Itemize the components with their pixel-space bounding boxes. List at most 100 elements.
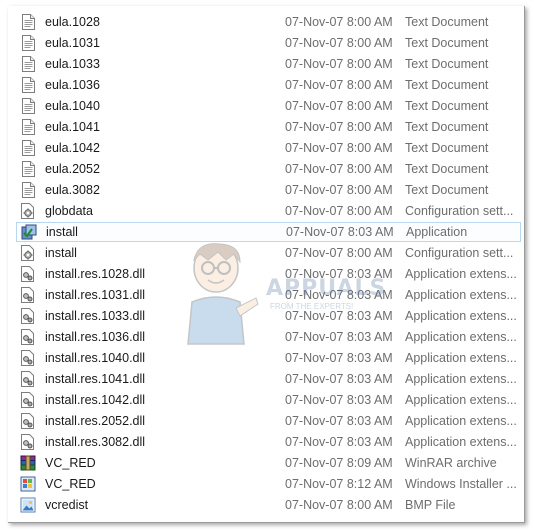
file-row[interactable]: eula.2052 07-Nov-07 8:00 AM Text Document	[16, 159, 521, 179]
file-name: install.res.1040.dll	[45, 351, 146, 365]
file-row[interactable]: install.res.1031.dll 07-Nov-07 8:03 AM App…	[16, 285, 521, 305]
file-type: WinRAR archive	[405, 456, 497, 470]
file-row[interactable]: install.res.1042.dll 07-Nov-07 8:03 AM App…	[16, 390, 521, 410]
file-name: install.res.1031.dll	[45, 288, 146, 302]
file-date-modified: 07-Nov-07 8:03 AM	[285, 435, 393, 449]
text-file-icon	[20, 161, 36, 177]
file-date-modified: 07-Nov-07 8:00 AM	[285, 36, 393, 50]
file-name: install.res.1028.dll	[45, 267, 146, 281]
file-row[interactable]: vcredist 07-Nov-07 8:00 AM BMP File	[16, 495, 521, 515]
file-date-modified: 07-Nov-07 8:00 AM	[285, 204, 393, 218]
file-date-modified: 07-Nov-07 8:03 AM	[285, 267, 393, 281]
file-type: Application extens...	[405, 435, 517, 449]
file-date-modified: 07-Nov-07 8:00 AM	[285, 57, 393, 71]
file-type: BMP File	[405, 498, 456, 512]
file-row[interactable]: eula.1042 07-Nov-07 8:00 AM Text Document	[16, 138, 521, 158]
file-row[interactable]: eula.1041 07-Nov-07 8:00 AM Text Document	[16, 117, 521, 137]
file-row[interactable]: globdata 07-Nov-07 8:00 AM Configuration s…	[16, 201, 521, 221]
file-date-modified: 07-Nov-07 8:00 AM	[285, 162, 393, 176]
file-type: Application extens...	[405, 267, 517, 281]
file-name: eula.3082	[45, 183, 100, 197]
file-row[interactable]: install.res.3082.dll 07-Nov-07 8:03 AM App…	[16, 432, 521, 452]
file-date-modified: 07-Nov-07 8:00 AM	[285, 183, 393, 197]
file-name: install.res.1042.dll	[45, 393, 146, 407]
file-row[interactable]: VC_RED 07-Nov-07 8:12 AM Windows Installer…	[16, 474, 521, 494]
config-file-icon	[20, 245, 36, 261]
file-type: Text Document	[405, 99, 489, 113]
dll-file-icon	[20, 413, 36, 429]
file-name: install	[45, 246, 77, 260]
file-date-modified: 07-Nov-07 8:03 AM	[285, 414, 393, 428]
file-date-modified: 07-Nov-07 8:00 AM	[285, 246, 393, 260]
file-date-modified: 07-Nov-07 8:03 AM	[285, 309, 393, 323]
file-date-modified: 07-Nov-07 8:03 AM	[285, 330, 393, 344]
file-type: Text Document	[405, 183, 489, 197]
dll-file-icon	[20, 392, 36, 408]
file-type: Application extens...	[405, 330, 517, 344]
file-type: Text Document	[405, 15, 489, 29]
file-list-pane: eula.1028 07-Nov-07 8:00 AM Text Document e…	[8, 6, 525, 523]
file-row[interactable]: install.res.1033.dll 07-Nov-07 8:03 AM App…	[16, 306, 521, 326]
file-date-modified: 07-Nov-07 8:03 AM	[285, 351, 393, 365]
file-name: install.res.2052.dll	[45, 414, 146, 428]
file-row[interactable]: install 07-Nov-07 8:00 AM Configuration se…	[16, 243, 521, 263]
dll-file-icon	[20, 371, 36, 387]
dll-file-icon	[20, 434, 36, 450]
file-date-modified: 07-Nov-07 8:03 AM	[285, 288, 393, 302]
file-row[interactable]: eula.1031 07-Nov-07 8:00 AM Text Document	[16, 33, 521, 53]
text-file-icon	[20, 35, 36, 51]
file-row[interactable]: eula.1040 07-Nov-07 8:00 AM Text Document	[16, 96, 521, 116]
text-file-icon	[20, 182, 36, 198]
file-date-modified: 07-Nov-07 8:00 AM	[285, 141, 393, 155]
file-name: eula.1040	[45, 99, 100, 113]
file-row[interactable]: install.res.1036.dll 07-Nov-07 8:03 AM App…	[16, 327, 521, 347]
file-row[interactable]: install.res.2052.dll 07-Nov-07 8:03 AM App…	[16, 411, 521, 431]
file-type: Text Document	[405, 57, 489, 71]
file-name: vcredist	[45, 498, 89, 512]
file-type: Application	[406, 225, 468, 239]
file-row[interactable]: eula.1036 07-Nov-07 8:00 AM Text Document	[16, 75, 521, 95]
winrar-archive-icon	[20, 455, 36, 471]
dll-file-icon	[20, 287, 36, 303]
file-row[interactable]: install 07-Nov-07 8:03 AM Application	[16, 222, 521, 242]
file-date-modified: 07-Nov-07 8:00 AM	[285, 498, 393, 512]
file-type: Configuration sett...	[405, 246, 514, 260]
file-date-modified: 07-Nov-07 8:03 AM	[286, 225, 394, 239]
msi-installer-icon	[20, 476, 36, 492]
file-name: install.res.1036.dll	[45, 330, 146, 344]
file-row[interactable]: install.res.1041.dll 07-Nov-07 8:03 AM App…	[16, 369, 521, 389]
file-name: eula.1031	[45, 36, 100, 50]
text-file-icon	[20, 56, 36, 72]
file-type: Application extens...	[405, 351, 517, 365]
file-row[interactable]: eula.1033 07-Nov-07 8:00 AM Text Document	[16, 54, 521, 74]
file-name: VC_RED	[45, 456, 96, 470]
file-name: eula.1041	[45, 120, 100, 134]
dll-file-icon	[20, 266, 36, 282]
file-row[interactable]: install.res.1040.dll 07-Nov-07 8:03 AM App…	[16, 348, 521, 368]
file-row[interactable]: VC_RED 07-Nov-07 8:09 AM WinRAR archive	[16, 453, 521, 473]
text-file-icon	[20, 14, 36, 30]
text-file-icon	[20, 140, 36, 156]
dll-file-icon	[20, 350, 36, 366]
file-row[interactable]: eula.3082 07-Nov-07 8:00 AM Text Document	[16, 180, 521, 200]
file-name: install.res.3082.dll	[45, 435, 146, 449]
file-type: Application extens...	[405, 288, 517, 302]
file-type: Application extens...	[405, 309, 517, 323]
file-type: Text Document	[405, 162, 489, 176]
file-type: Text Document	[405, 78, 489, 92]
file-name: install	[46, 225, 78, 239]
file-date-modified: 07-Nov-07 8:03 AM	[285, 372, 393, 386]
dll-file-icon	[20, 308, 36, 324]
file-date-modified: 07-Nov-07 8:12 AM	[285, 477, 393, 491]
dll-file-icon	[20, 329, 36, 345]
config-file-icon	[20, 203, 36, 219]
text-file-icon	[20, 77, 36, 93]
file-row[interactable]: install.res.1028.dll 07-Nov-07 8:03 AM App…	[16, 264, 521, 284]
text-file-icon	[20, 98, 36, 114]
file-row[interactable]: eula.1028 07-Nov-07 8:00 AM Text Document	[16, 12, 521, 32]
file-name: globdata	[45, 204, 93, 218]
file-name: eula.1042	[45, 141, 100, 155]
bmp-image-icon	[20, 497, 36, 513]
file-name: eula.1028	[45, 15, 100, 29]
file-name: eula.2052	[45, 162, 100, 176]
